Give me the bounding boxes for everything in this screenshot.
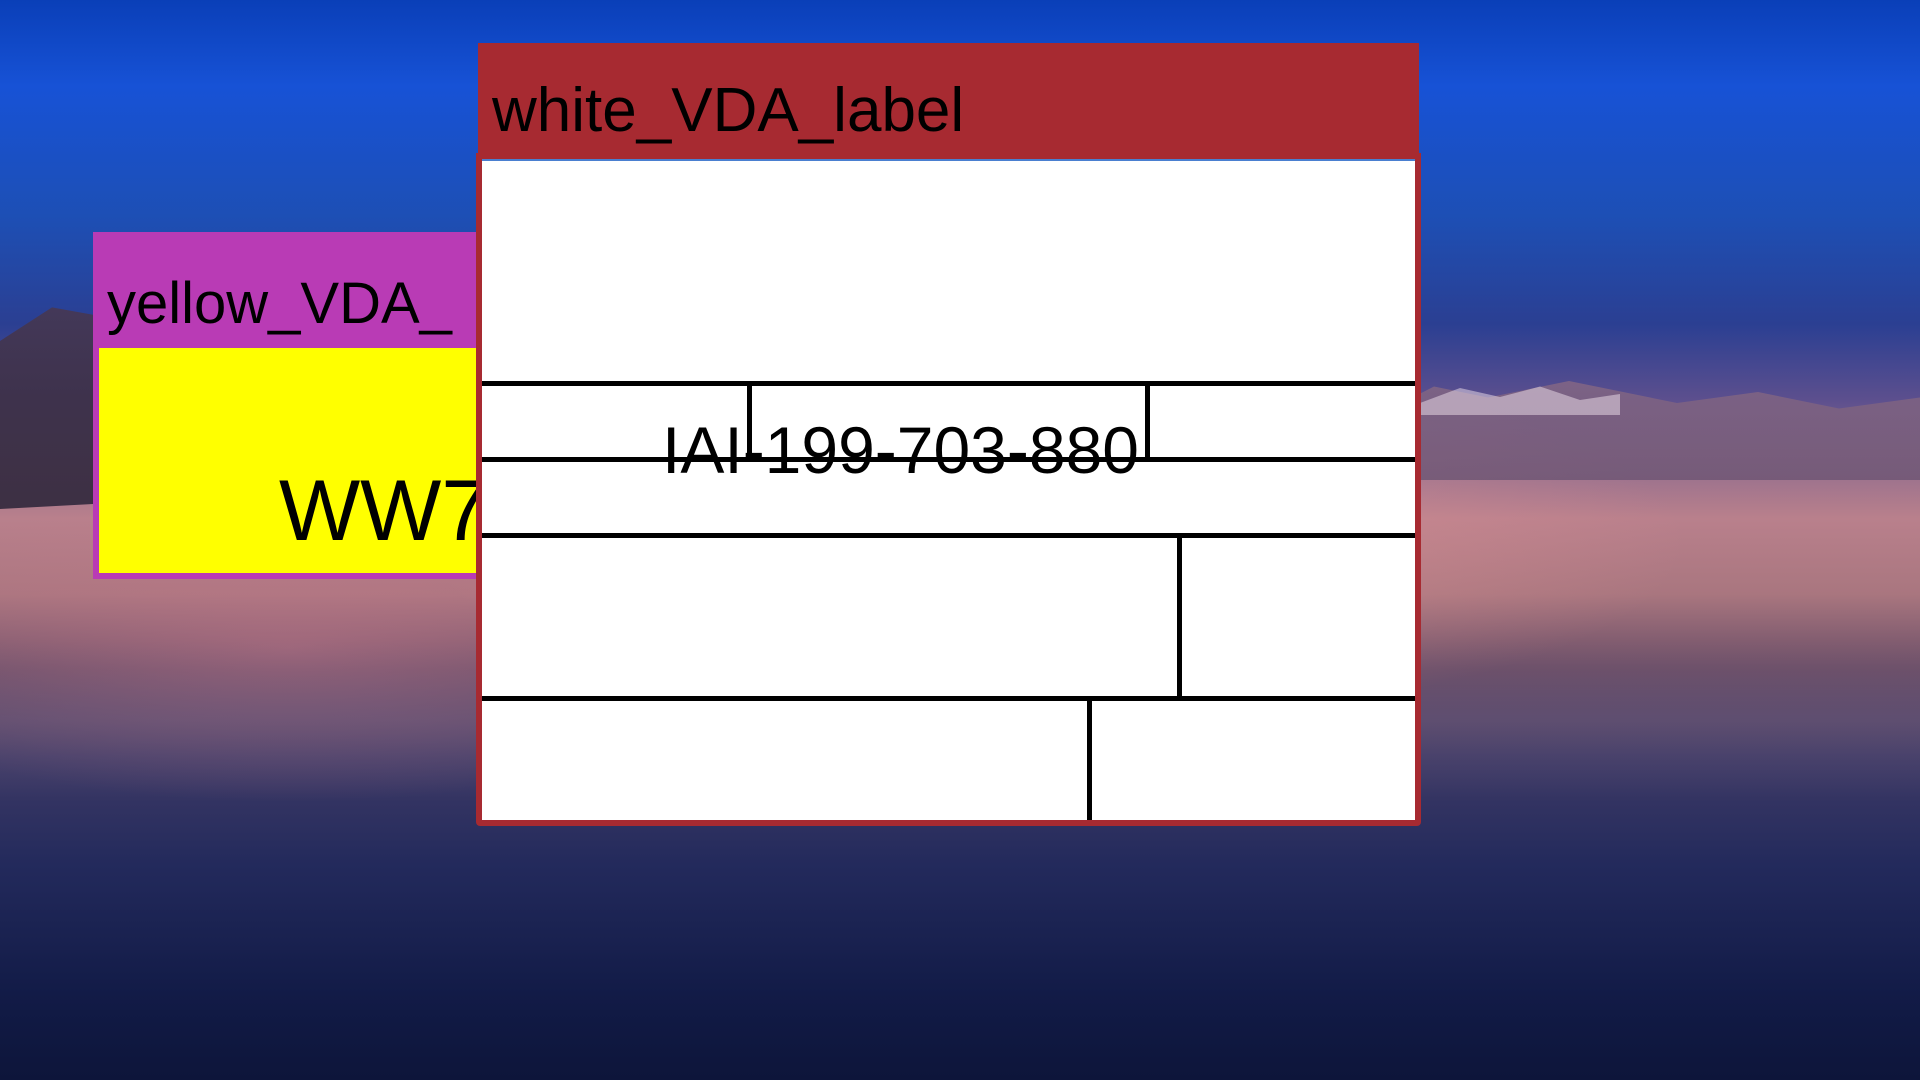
label-grid-divider: [1177, 533, 1182, 698]
label-grid-line: [482, 696, 1415, 701]
label-grid-divider: [1087, 696, 1092, 820]
label-grid-line: [482, 533, 1415, 538]
white-window-titlebar[interactable]: white_VDA_label: [478, 43, 1419, 155]
label-id-number: IAI-199-703-880: [662, 413, 1139, 487]
yellow-window-titlebar[interactable]: yellow_VDA_: [93, 232, 493, 342]
yellow-label-body: WW7: [93, 342, 499, 579]
mountain-silhouette-right: [1380, 381, 1920, 480]
white-vda-window[interactable]: white_VDA_label IAI-199-703-880: [476, 43, 1421, 826]
yellow-vda-window[interactable]: yellow_VDA_ WW7: [93, 232, 499, 579]
label-grid-line: [482, 381, 1415, 386]
label-grid-divider: [1145, 381, 1150, 459]
yellow-window-title: yellow_VDA_: [107, 271, 452, 336]
white-window-title: white_VDA_label: [492, 76, 965, 145]
white-label-body: IAI-199-703-880: [476, 153, 1421, 826]
label-top-border: [482, 159, 1415, 161]
yellow-label-code: WW7: [279, 463, 490, 559]
